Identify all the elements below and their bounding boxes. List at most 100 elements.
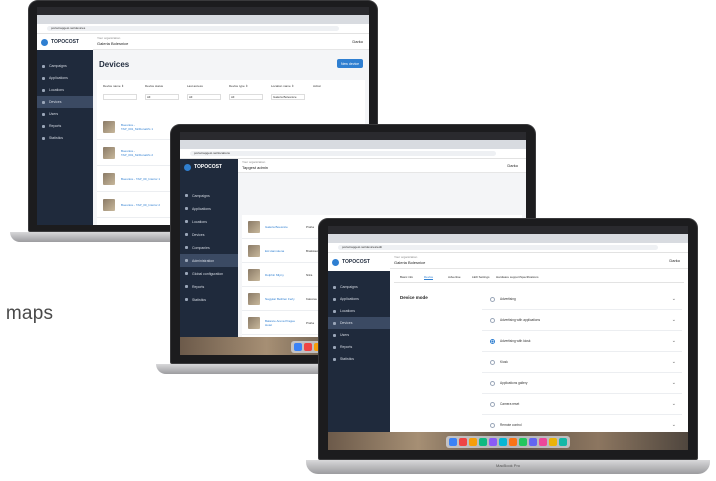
tab-hardware-support[interactable]: Hardware support bbox=[496, 275, 520, 279]
sidebar-item-applications[interactable]: Applications bbox=[37, 72, 93, 84]
radio-button[interactable] bbox=[490, 317, 495, 323]
logo-icon bbox=[332, 258, 339, 266]
tab-led-settings[interactable]: LED Settings bbox=[472, 275, 490, 279]
radio-button[interactable] bbox=[490, 401, 495, 407]
sidebar-item-campaigns[interactable]: Campaigns bbox=[180, 189, 238, 202]
sidebar-item-users[interactable]: Users bbox=[37, 108, 93, 120]
dock-app-icon[interactable] bbox=[469, 438, 477, 446]
filter-header-1: Device status bbox=[145, 84, 164, 88]
filter-input-2[interactable]: All bbox=[187, 94, 221, 100]
tab-basic-info[interactable]: Basic info bbox=[400, 275, 413, 279]
sidebar-item-companies[interactable]: Companies bbox=[180, 241, 238, 254]
radio-button[interactable] bbox=[490, 296, 495, 302]
chevron-down-icon[interactable]: ⌄ bbox=[672, 380, 676, 386]
device-mode-option[interactable]: Camera reset ⌄ bbox=[482, 394, 682, 415]
sidebar-item-statistics[interactable]: Statistics bbox=[180, 293, 238, 306]
chevron-down-icon[interactable]: ⌄ bbox=[672, 401, 676, 407]
device-thumbnail bbox=[103, 224, 115, 225]
filter-input-1[interactable]: All bbox=[145, 94, 179, 100]
sidebar-item-statistics[interactable]: Statistics bbox=[328, 353, 390, 365]
filter-input-4[interactable]: Galeria Bolesnice bbox=[271, 94, 305, 100]
tab-device[interactable]: Device bbox=[424, 275, 434, 280]
dock-app-icon[interactable] bbox=[449, 438, 457, 446]
chevron-down-icon[interactable]: ⌄ bbox=[672, 317, 676, 323]
radio-button[interactable] bbox=[490, 380, 495, 386]
new-device-button[interactable]: New device bbox=[337, 59, 363, 68]
device-name-link[interactable]: Boesnice - TAP_00_Interior 2 bbox=[121, 203, 163, 207]
org-name[interactable]: Galeria Bolesnice bbox=[97, 41, 128, 46]
user-menu[interactable]: Darko bbox=[669, 258, 680, 263]
device-mode-option[interactable]: Advertising with kiosk ⌄ bbox=[482, 331, 682, 352]
sidebar-item-label: Reports bbox=[340, 345, 353, 349]
sidebar-item-locations[interactable]: Locations bbox=[37, 84, 93, 96]
address-field[interactable]: portal.tapgest.net/locations bbox=[190, 150, 496, 157]
dock-app-icon[interactable] bbox=[519, 438, 527, 446]
laptop-front-lid: portal.tapgest.net/devices/edit TOPOCOST… bbox=[318, 218, 698, 460]
sidebar-item-devices[interactable]: Devices bbox=[180, 228, 238, 241]
address-field[interactable]: portal.tapgest.net/devices/edit bbox=[338, 244, 658, 251]
device-mode-option[interactable]: Kiosk ⌄ bbox=[482, 352, 682, 373]
chevron-down-icon[interactable]: ⌄ bbox=[672, 422, 676, 428]
sidebar-item-locations[interactable]: Locations bbox=[180, 215, 238, 228]
device-mode-option[interactable]: Advertising ⌄ bbox=[482, 289, 682, 310]
device-name-link[interactable]: Boesnice - TAP_001_McDonald's 2 bbox=[121, 149, 163, 157]
location-name-link[interactable]: Galeria Boesnice bbox=[265, 225, 301, 229]
sidebar-item-applications[interactable]: Applications bbox=[328, 293, 390, 305]
device-name-link[interactable]: Boesnice - TAP_00_Interior 1 bbox=[121, 177, 163, 181]
org-name[interactable]: Tapgest admin bbox=[242, 165, 268, 170]
radio-button[interactable] bbox=[490, 338, 495, 344]
sidebar-item-campaigns[interactable]: Campaigns bbox=[328, 281, 390, 293]
location-icon bbox=[185, 220, 188, 223]
dock-app-icon[interactable] bbox=[304, 343, 312, 351]
filter-input-3[interactable]: All bbox=[229, 94, 263, 100]
dock-app-icon[interactable] bbox=[294, 343, 302, 351]
sidebar-item-devices[interactable]: Devices bbox=[328, 317, 390, 329]
dock-app-icon[interactable] bbox=[489, 438, 497, 446]
dock-app-icon[interactable] bbox=[549, 438, 557, 446]
radio-button[interactable] bbox=[490, 359, 495, 365]
chevron-down-icon[interactable]: ⌄ bbox=[672, 338, 676, 344]
radio-button[interactable] bbox=[490, 422, 495, 428]
address-field[interactable]: portal.tapgest.net/devices bbox=[47, 25, 339, 32]
tab-specifications[interactable]: Specifications bbox=[520, 275, 539, 279]
device-mode-option[interactable]: Advertising with applications ⌄ bbox=[482, 310, 682, 331]
dock-app-icon[interactable] bbox=[539, 438, 547, 446]
dock-app-icon[interactable] bbox=[509, 438, 517, 446]
sidebar-item-administration[interactable]: Administration bbox=[180, 254, 238, 267]
sidebar-item-label: Locations bbox=[49, 88, 64, 92]
dock-app-icon[interactable] bbox=[459, 438, 467, 446]
sidebar-item-campaigns[interactable]: Campaigns bbox=[37, 60, 93, 72]
dock-app-icon[interactable] bbox=[559, 438, 567, 446]
sidebar-item-devices[interactable]: Devices bbox=[37, 96, 93, 108]
device-name-link[interactable]: Boesnice - TAP_001_McDonald's 1 bbox=[121, 123, 163, 131]
sidebar-item-locations[interactable]: Locations bbox=[328, 305, 390, 317]
sidebar-item-reports[interactable]: Reports bbox=[37, 120, 93, 132]
sidebar-item-reports[interactable]: Reports bbox=[180, 280, 238, 293]
location-name-link[interactable]: Balance Arena Prague Hotel bbox=[265, 319, 301, 327]
sidebar-item-statistics[interactable]: Statistics bbox=[37, 132, 93, 144]
device-thumbnail bbox=[103, 198, 115, 211]
laptop-front-base: MacBook Pro bbox=[306, 460, 710, 474]
menu-icon bbox=[185, 259, 188, 262]
dock-app-icon[interactable] bbox=[479, 438, 487, 446]
device-mode-option[interactable]: Applications gallery ⌄ bbox=[482, 373, 682, 394]
sidebar-item-applications[interactable]: Applications bbox=[180, 202, 238, 215]
location-name-link[interactable]: Dolphin Mlyny bbox=[265, 273, 301, 277]
dock-app-icon[interactable] bbox=[499, 438, 507, 446]
sidebar-item-users[interactable]: Users bbox=[328, 329, 390, 341]
tab-advertise[interactable]: Advertise bbox=[448, 275, 461, 279]
location-name-link[interactable]: EA Hannolena bbox=[265, 249, 301, 253]
sidebar-item-label: Devices bbox=[340, 321, 353, 325]
sidebar-item-reports[interactable]: Reports bbox=[328, 341, 390, 353]
location-name-link[interactable]: Nagykar Bethlen Ferly bbox=[265, 297, 301, 301]
user-menu[interactable]: Darko bbox=[352, 39, 363, 44]
chevron-down-icon[interactable]: ⌄ bbox=[672, 296, 676, 302]
filter-input-0[interactable] bbox=[103, 94, 137, 100]
chevron-down-icon[interactable]: ⌄ bbox=[672, 359, 676, 365]
brand-name: TOPOCOST bbox=[51, 39, 79, 45]
sidebar-item-global-configuration[interactable]: Global configuration bbox=[180, 267, 238, 280]
location-thumbnail bbox=[248, 220, 260, 233]
org-name[interactable]: Galeria Bolesnice bbox=[394, 260, 425, 265]
user-menu[interactable]: Darko bbox=[507, 163, 518, 168]
dock-app-icon[interactable] bbox=[529, 438, 537, 446]
